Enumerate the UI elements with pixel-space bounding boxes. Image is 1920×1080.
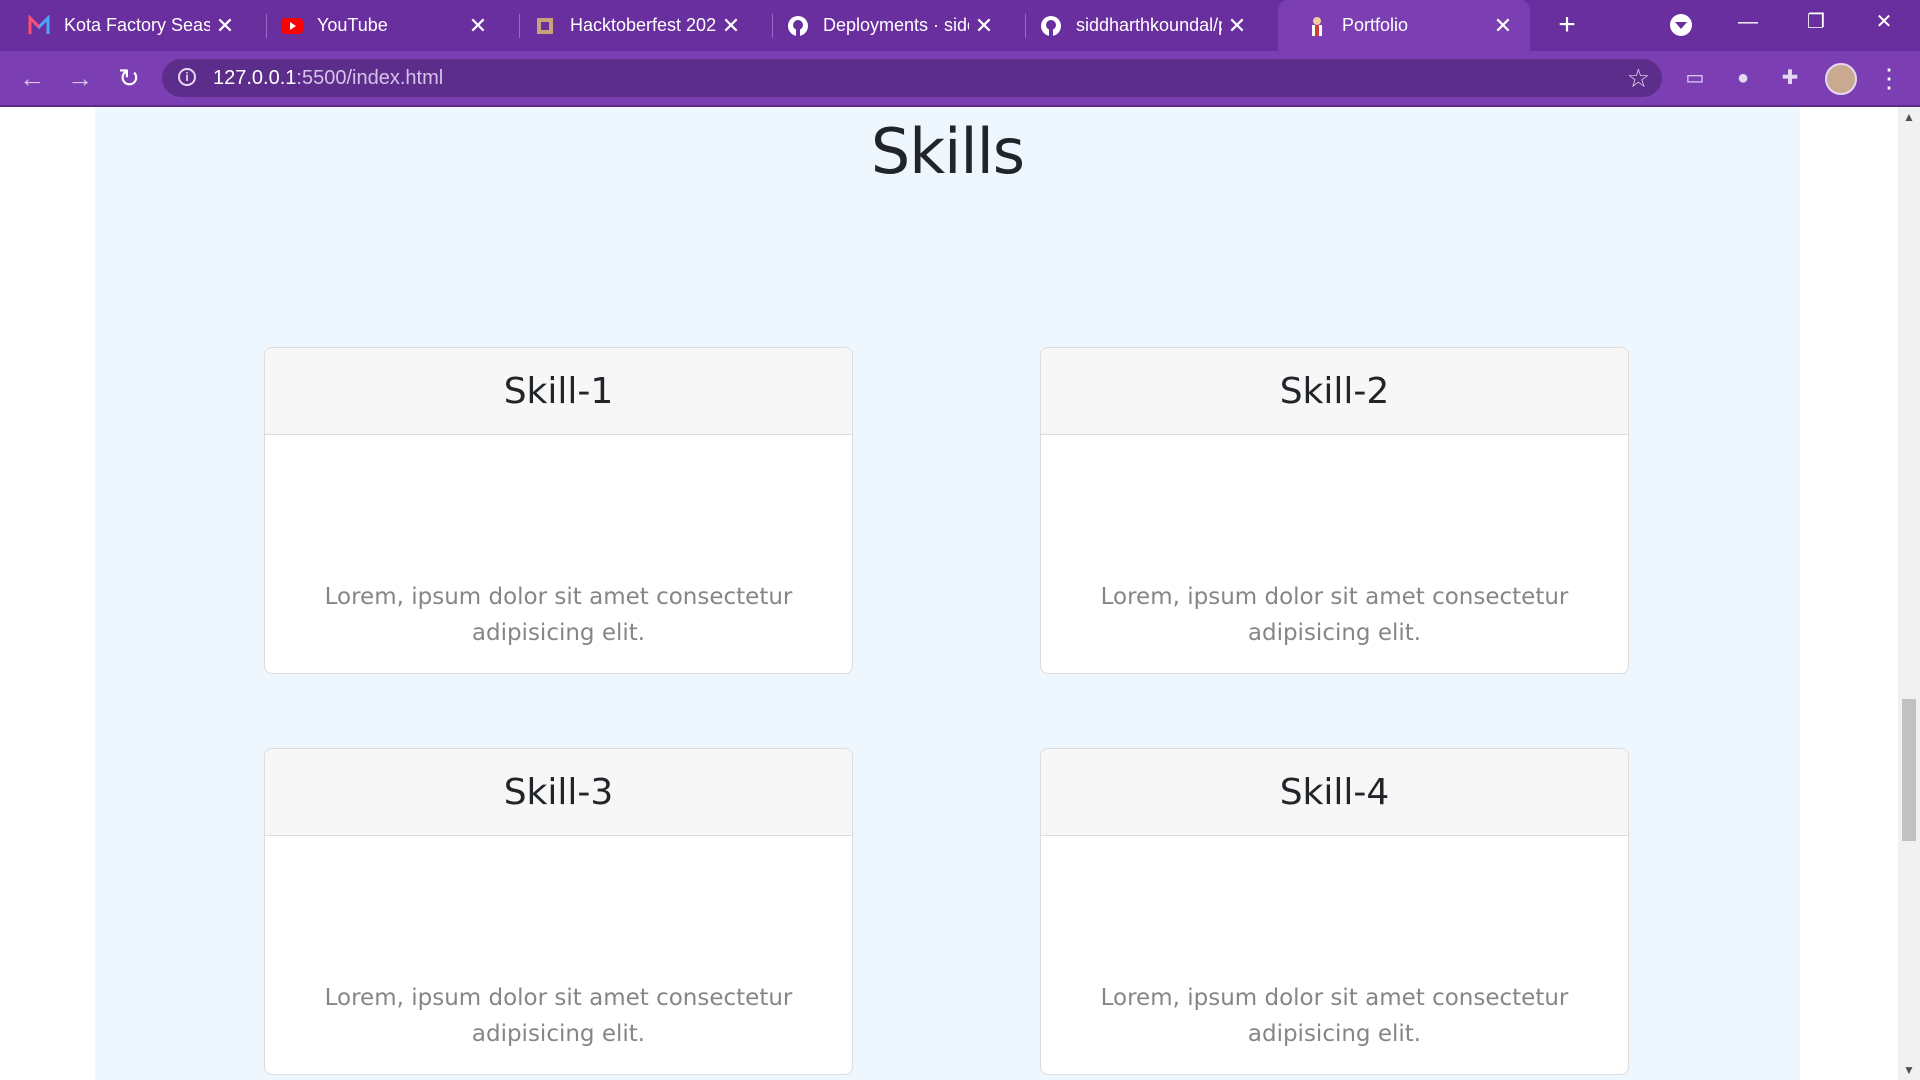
- skill-card-title: Skill-2: [1041, 348, 1628, 435]
- tab-close-icon[interactable]: ✕: [1488, 13, 1518, 39]
- github-icon: [1040, 15, 1062, 37]
- tab-search-icon[interactable]: [1670, 14, 1692, 36]
- skill-card-body: Lorem, ipsum dolor sit amet consectetur …: [1041, 435, 1628, 673]
- tab-title: Kota Factory Season: [64, 15, 210, 35]
- url-host: 127.0.0.1: [213, 67, 297, 89]
- skill-card-text: Lorem, ipsum dolor sit amet consectetur …: [1100, 584, 1569, 646]
- skill-card: Skill-2 Lorem, ipsum dolor sit amet cons…: [1040, 347, 1629, 674]
- hacktoberfest-icon: [534, 15, 556, 37]
- skill-card-title: Skill-3: [265, 749, 852, 836]
- github-icon: [787, 15, 809, 37]
- page-scrollbar[interactable]: ▲ ▼: [1898, 107, 1920, 1080]
- tab-title: YouTube: [317, 15, 388, 35]
- tab-deployments[interactable]: Deployments · siddh ✕: [759, 0, 1011, 51]
- address-bar[interactable]: i 127.0.0.1:5500/index.html ☆: [162, 59, 1662, 97]
- tab-close-icon[interactable]: ✕: [1222, 13, 1252, 39]
- page-viewport: Skills Skill-1 Lorem, ipsum dolor sit am…: [0, 107, 1898, 1080]
- scroll-thumb[interactable]: [1902, 699, 1916, 841]
- tab-close-icon[interactable]: ✕: [716, 13, 746, 39]
- extensions-puzzle-icon[interactable]: ✚: [1777, 65, 1803, 91]
- tab-title: siddharthkoundal/p: [1076, 15, 1222, 35]
- tab-title: Portfolio: [1342, 15, 1409, 35]
- tab-title: Hacktoberfest 2021: [570, 15, 716, 35]
- tab-portfolio[interactable]: Portfolio ✕: [1278, 0, 1530, 51]
- tab-close-icon[interactable]: ✕: [463, 13, 493, 39]
- minimize-icon[interactable]: —: [1714, 0, 1782, 44]
- tab-hacktoberfest[interactable]: Hacktoberfest 2021 ✕: [506, 0, 758, 51]
- url-text[interactable]: 127.0.0.1:5500/index.html: [213, 59, 443, 97]
- skills-section: Skills Skill-1 Lorem, ipsum dolor sit am…: [95, 107, 1800, 1080]
- skill-card: Skill-1 Lorem, ipsum dolor sit amet cons…: [264, 347, 853, 674]
- tab-close-icon[interactable]: ✕: [969, 13, 999, 39]
- reload-icon[interactable]: ↻: [112, 61, 146, 95]
- skill-card-body: Lorem, ipsum dolor sit amet consectetur …: [1041, 836, 1628, 1074]
- scroll-down-arrow-icon[interactable]: ▼: [1898, 1060, 1920, 1080]
- skill-card-text: Lorem, ipsum dolor sit amet consectetur …: [324, 584, 793, 646]
- section-title: Skills: [870, 115, 1025, 188]
- back-arrow-icon[interactable]: ←: [15, 61, 49, 95]
- youtube-icon: [281, 15, 303, 37]
- new-tab-button[interactable]: +: [1548, 6, 1586, 44]
- tab-github-repo[interactable]: siddharthkoundal/p ✕: [1012, 0, 1264, 51]
- m-logo-icon: [28, 14, 50, 37]
- browser-toolbar: ← → ↻ i 127.0.0.1:5500/index.html ☆ ▭ ● …: [0, 51, 1920, 107]
- skill-card-title: Skill-1: [265, 348, 852, 435]
- skill-card-title: Skill-4: [1041, 749, 1628, 836]
- skill-card-text: Lorem, ipsum dolor sit amet consectetur …: [324, 985, 793, 1047]
- url-path: :5500/index.html: [296, 67, 444, 89]
- forward-arrow-icon[interactable]: →: [63, 61, 97, 95]
- close-window-icon[interactable]: ✕: [1850, 0, 1918, 44]
- browser-menu-icon[interactable]: ⋮: [1876, 63, 1902, 93]
- portfolio-icon: [1306, 15, 1328, 37]
- skill-card-body: Lorem, ipsum dolor sit amet consectetur …: [265, 836, 852, 1074]
- profile-avatar[interactable]: [1825, 63, 1857, 95]
- tab-kota-factory[interactable]: Kota Factory Season ✕: [0, 0, 252, 51]
- skill-card: Skill-3 Lorem, ipsum dolor sit amet cons…: [264, 748, 853, 1075]
- tab-title: Deployments · siddh: [823, 15, 969, 35]
- skill-card-text: Lorem, ipsum dolor sit amet consectetur …: [1100, 985, 1569, 1047]
- browser-tab-bar: Kota Factory Season ✕ YouTube ✕ Hacktobe…: [0, 0, 1920, 51]
- tab-close-icon[interactable]: ✕: [210, 13, 240, 39]
- site-info-icon[interactable]: i: [178, 68, 196, 86]
- skill-card: Skill-4 Lorem, ipsum dolor sit amet cons…: [1040, 748, 1629, 1075]
- bookmark-star-icon[interactable]: ☆: [1627, 63, 1650, 93]
- restore-icon[interactable]: ❐: [1782, 0, 1850, 44]
- extension-lock-icon[interactable]: ●: [1730, 65, 1756, 91]
- skill-card-body: Lorem, ipsum dolor sit amet consectetur …: [265, 435, 852, 673]
- tab-youtube[interactable]: YouTube ✕: [253, 0, 505, 51]
- scroll-up-arrow-icon[interactable]: ▲: [1898, 107, 1920, 127]
- cast-icon[interactable]: ▭: [1682, 65, 1708, 91]
